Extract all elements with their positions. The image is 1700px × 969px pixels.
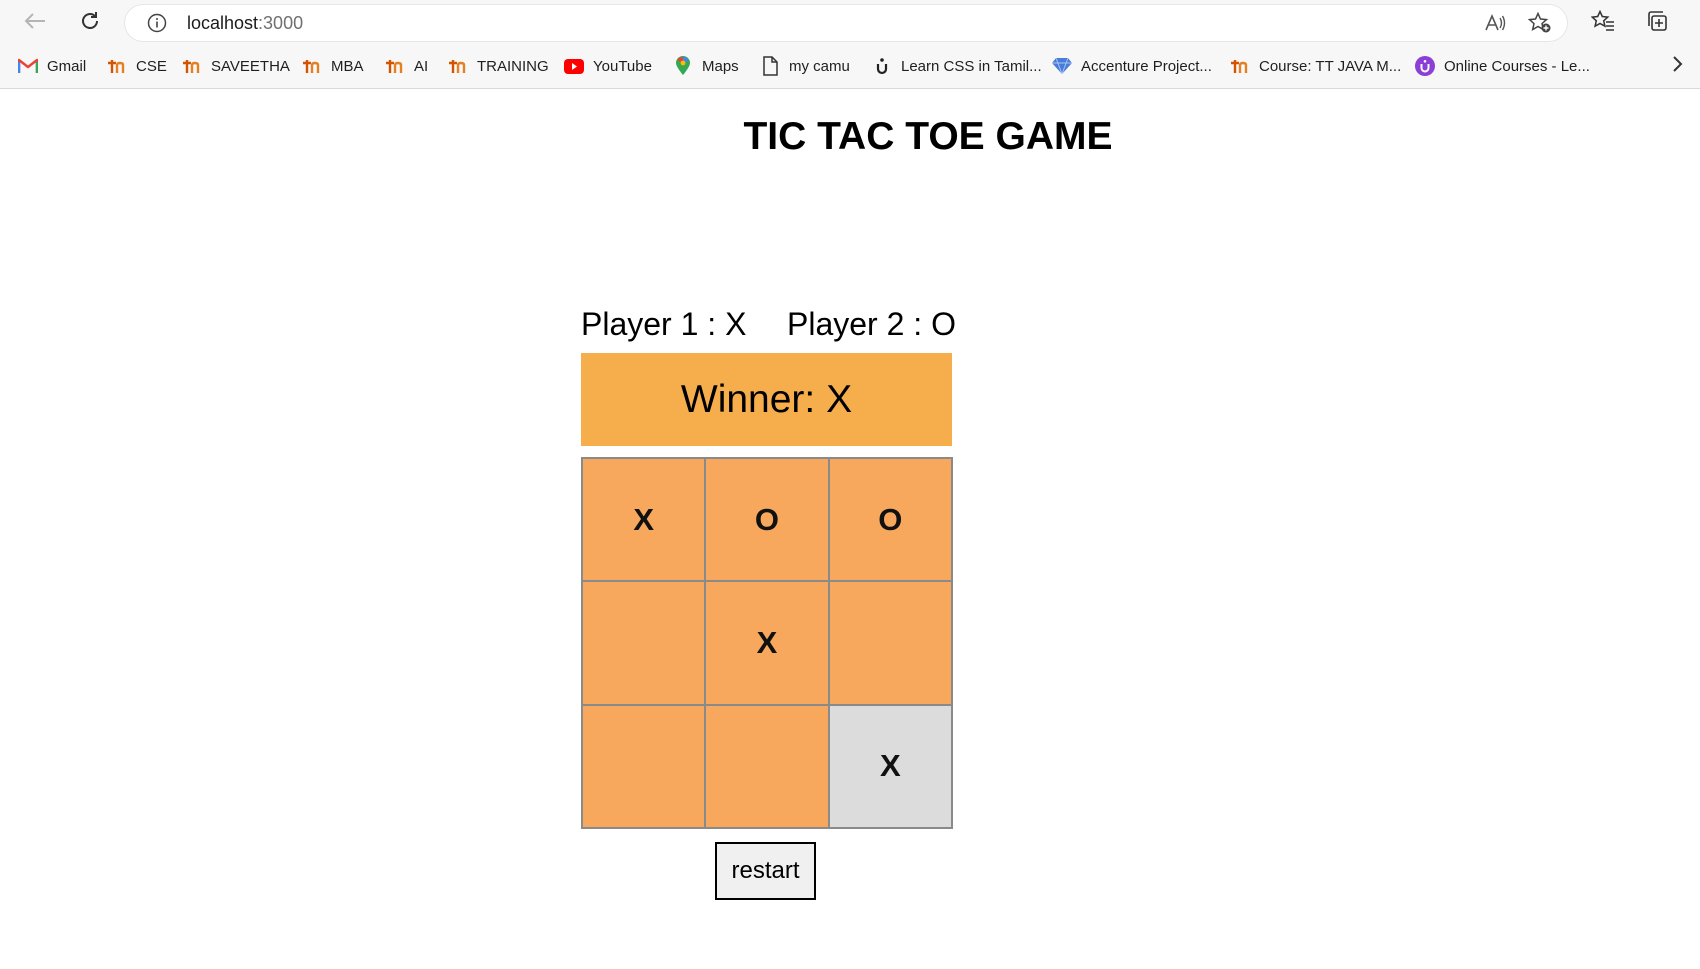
read-aloud-icon[interactable] (1483, 12, 1507, 34)
page-icon (760, 56, 780, 76)
bookmark-label: CSE (136, 57, 167, 75)
board-cell-7[interactable] (582, 704, 706, 828)
page-title: TIC TAC TOE GAME (743, 115, 1113, 158)
board-cell-9[interactable]: X (828, 704, 952, 828)
board-cell-6[interactable] (828, 581, 952, 705)
back-button[interactable] (20, 9, 50, 37)
browser-toolbar: localhost:3000 (0, 0, 1700, 46)
chevron-right-icon (1672, 55, 1684, 78)
player-2-label: Player 2 : O (787, 306, 956, 342)
bookmarks-bar: Gmail CSE SAVEETHA MBA AI TRAINING YouTu… (0, 46, 1700, 89)
winner-text: Winner: X (680, 377, 853, 421)
collections-button[interactable] (1643, 9, 1671, 37)
bookmark-course-java[interactable]: Course: TT JAVA M... (1230, 46, 1401, 86)
bookmark-label: my camu (789, 57, 850, 75)
udemy-icon (1415, 56, 1435, 76)
gmail-icon (18, 56, 38, 76)
collections-icon (1645, 9, 1669, 38)
bookmark-youtube[interactable]: YouTube (564, 46, 652, 86)
refresh-button[interactable] (75, 9, 105, 37)
bookmark-label: Online Courses - Le... (1444, 57, 1590, 75)
add-favorite-icon[interactable] (1528, 12, 1552, 34)
address-bar[interactable]: localhost:3000 (125, 5, 1567, 41)
bookmark-maps[interactable]: Maps (673, 46, 739, 86)
tn-logo-icon (182, 56, 202, 76)
player-1-label: Player 1 : X (581, 306, 747, 342)
bookmark-saveetha[interactable]: SAVEETHA (182, 46, 290, 86)
refresh-icon (79, 10, 101, 37)
bookmark-label: Gmail (47, 57, 87, 75)
bookmark-label: MBA (331, 57, 364, 75)
bookmark-gmail[interactable]: Gmail (18, 46, 86, 86)
tn-logo-icon (107, 56, 127, 76)
info-icon[interactable] (147, 13, 167, 33)
u-logo-icon (872, 56, 892, 76)
url-text[interactable]: localhost:3000 (187, 5, 303, 41)
players-info: Player 1 : X Player 2 : O (581, 306, 956, 346)
bookmark-label: Maps (702, 57, 739, 75)
tn-logo-icon (1230, 56, 1250, 76)
board-cell-8[interactable] (705, 704, 829, 828)
bookmark-training[interactable]: TRAINING (448, 46, 549, 86)
restart-button[interactable]: restart (715, 842, 816, 900)
bookmark-label: YouTube (593, 57, 652, 75)
game-board: X O O X X (581, 457, 953, 829)
board-cell-3[interactable]: O (828, 458, 952, 582)
maps-pin-icon (673, 56, 693, 76)
bookmark-accenture[interactable]: Accenture Project... (1052, 46, 1212, 86)
tn-logo-icon (302, 56, 322, 76)
arrow-left-icon (24, 12, 46, 35)
more-bookmarks-button[interactable] (1666, 54, 1690, 78)
board-cell-4[interactable] (582, 581, 706, 705)
url-host: localhost (187, 13, 259, 33)
bookmark-label: TRAINING (477, 57, 549, 75)
board-cell-2[interactable]: O (705, 458, 829, 582)
bookmark-label: Accenture Project... (1081, 57, 1212, 75)
bookmark-label: Course: TT JAVA M... (1259, 57, 1402, 75)
winner-banner: Winner: X (581, 353, 952, 446)
bookmark-learn-css[interactable]: Learn CSS in Tamil... (872, 46, 1042, 86)
tn-logo-icon (385, 56, 405, 76)
bookmark-my-camu[interactable]: my camu (760, 46, 850, 86)
bookmark-mba[interactable]: MBA (302, 46, 364, 86)
bookmark-label: AI (414, 57, 429, 75)
favorites-icon (1590, 9, 1615, 37)
bookmark-label: SAVEETHA (211, 57, 290, 75)
bookmark-cse[interactable]: CSE (107, 46, 167, 86)
bookmark-label: Learn CSS in Tamil... (901, 57, 1042, 75)
diamond-icon (1052, 56, 1072, 76)
youtube-icon (564, 56, 584, 76)
tn-logo-icon (448, 56, 468, 76)
url-port: :3000 (258, 13, 304, 33)
board-cell-1[interactable]: X (582, 458, 706, 582)
bookmark-ai[interactable]: AI (385, 46, 428, 86)
bookmark-online-courses[interactable]: Online Courses - Le... (1415, 46, 1590, 86)
favorites-button[interactable] (1589, 9, 1617, 37)
board-cell-5[interactable]: X (705, 581, 829, 705)
